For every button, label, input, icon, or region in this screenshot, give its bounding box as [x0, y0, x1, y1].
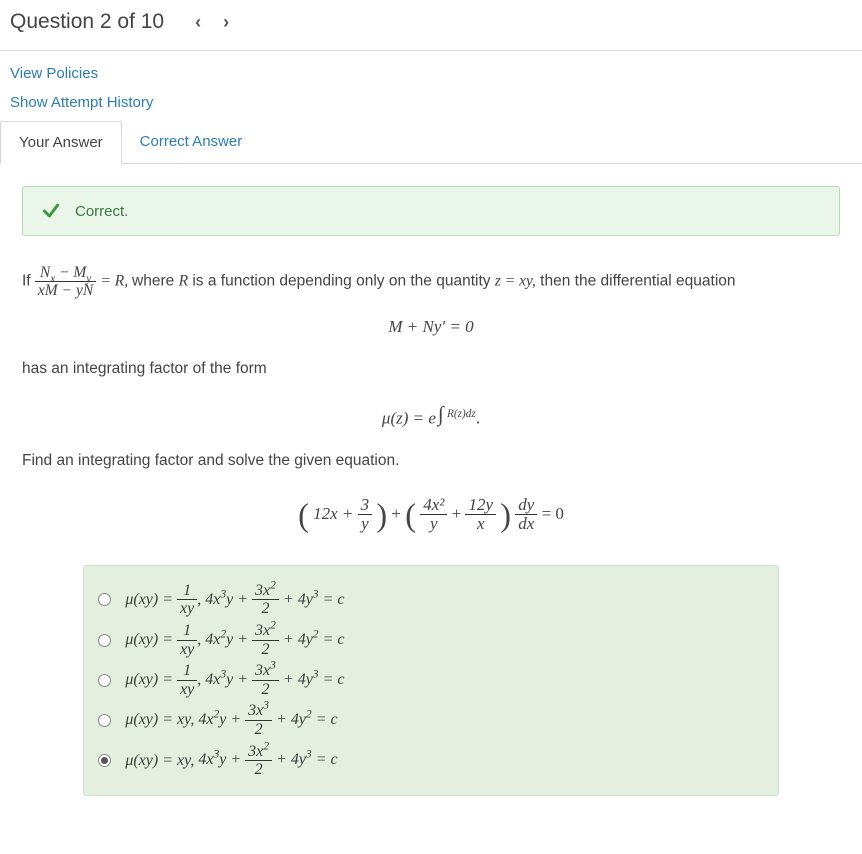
f2d: y [420, 514, 447, 534]
where-text: where [132, 273, 179, 290]
option-row[interactable]: μ(xy) = xy, 4x2y + 3x32 + 4y2 = c [98, 700, 763, 740]
dyd: dx [515, 514, 537, 534]
rz-dz: R(z)dz [447, 408, 476, 420]
z-xy: z = xy, [495, 273, 536, 290]
view-policies-link[interactable]: View Policies [10, 59, 852, 88]
option-math: μ(xy) = 1xy, 4x2y + 3x22 + 4y2 = c [125, 622, 344, 658]
content-area: Correct. If Nx − My xM − yN = R, where R… [0, 164, 862, 806]
then-text: then the differential equation [540, 273, 735, 290]
dyn: dy [515, 496, 537, 515]
option-radio[interactable] [98, 634, 111, 647]
integral-icon: ∫ [438, 402, 444, 426]
equation-M-Ny: M + Ny′ = 0 [22, 313, 840, 342]
exponent-block: ∫ R(z)dz [438, 396, 476, 432]
is-function-text: is a function depending only on the quan… [192, 273, 494, 290]
equation-mu-z: μ(z) = e∫ R(z)dz. [22, 396, 840, 433]
plus1: + [391, 504, 405, 523]
show-attempt-history-link[interactable]: Show Attempt History [10, 88, 852, 117]
option-radio[interactable] [98, 714, 111, 727]
if-text: If [22, 273, 35, 290]
term-12x: 12x + [313, 504, 358, 523]
header-links: View Policies Show Attempt History [0, 51, 862, 117]
eq-m-ny-text: M + Ny′ = 0 [388, 317, 473, 336]
eq-zero: = 0 [542, 504, 564, 523]
option-math: μ(xy) = 1xy, 4x3y + 3x22 + 4y3 = c [125, 582, 344, 618]
option-row[interactable]: μ(xy) = 1xy, 4x2y + 3x22 + 4y2 = c [98, 620, 763, 660]
option-row[interactable]: μ(xy) = xy, 4x3y + 3x22 + 4y3 = c [98, 741, 763, 781]
mu-z-lhs: μ(z) = e [382, 409, 436, 428]
answer-options: μ(xy) = 1xy, 4x3y + 3x22 + 4y3 = c μ(xy) … [83, 565, 778, 796]
option-math: μ(xy) = 1xy, 4x3y + 3x32 + 4y3 = c [125, 662, 344, 698]
option-radio[interactable] [98, 674, 111, 687]
has-factor-text: has an integrating factor of the form [22, 356, 840, 382]
period: . [476, 409, 480, 428]
R-symbol: R [179, 273, 188, 290]
question-header: Question 2 of 10 ‹ › [0, 0, 862, 51]
next-question-button[interactable]: › [212, 8, 240, 36]
given-equation: ( 12x + 3y ) + ( 4x²y + 12yx ) dydx = 0 [22, 488, 840, 543]
tab-your-answer[interactable]: Your Answer [0, 121, 122, 164]
f3d: x [465, 514, 496, 534]
f3n: 12y [465, 496, 496, 515]
option-math: μ(xy) = xy, 4x3y + 3x22 + 4y3 = c [125, 743, 337, 779]
check-icon [41, 201, 61, 221]
f1d: y [358, 514, 373, 534]
plus2: + [452, 504, 466, 523]
question-title: Question 2 of 10 [10, 10, 164, 34]
f1n: 3 [358, 496, 373, 515]
option-math: μ(xy) = xy, 4x2y + 3x32 + 4y2 = c [125, 702, 337, 738]
option-row[interactable]: μ(xy) = 1xy, 4x3y + 3x22 + 4y3 = c [98, 580, 763, 620]
tab-correct-answer[interactable]: Correct Answer [122, 121, 261, 163]
condition-fraction: Nx − My xM − yN [35, 264, 96, 299]
correct-banner: Correct. [22, 186, 840, 236]
equals-R: = R, [100, 273, 132, 290]
option-row[interactable]: μ(xy) = 1xy, 4x3y + 3x32 + 4y3 = c [98, 660, 763, 700]
problem-statement: If Nx − My xM − yN = R, where R is a fun… [22, 264, 840, 543]
answer-tabs: Your Answer Correct Answer [0, 121, 862, 164]
prev-question-button[interactable]: ‹ [184, 8, 212, 36]
option-radio[interactable] [98, 754, 111, 767]
option-radio[interactable] [98, 593, 111, 606]
f2n: 4x² [420, 496, 447, 515]
find-text: Find an integrating factor and solve the… [22, 448, 840, 474]
correct-label: Correct. [75, 203, 128, 220]
